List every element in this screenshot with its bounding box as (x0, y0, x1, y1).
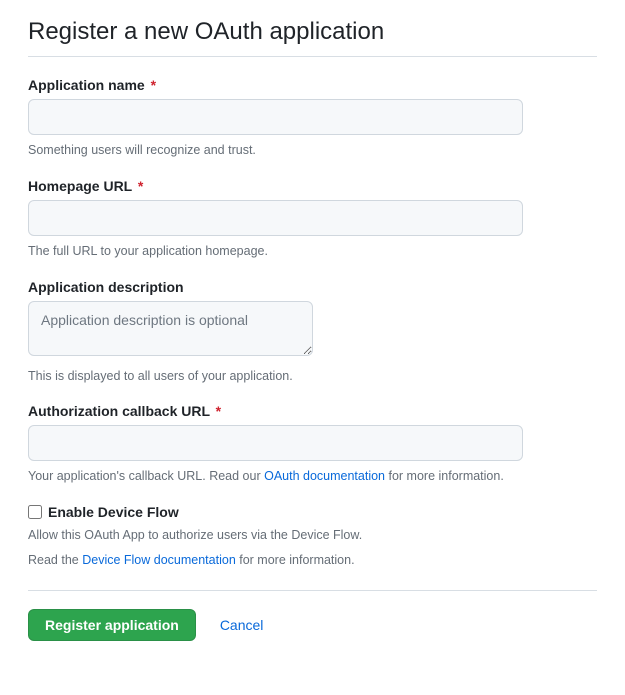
device-flow-checkbox-row: Enable Device Flow (28, 504, 597, 520)
device-flow-documentation-link[interactable]: Device Flow documentation (82, 553, 236, 567)
callback-url-label: Authorization callback URL * (28, 403, 597, 419)
form-actions: Register application Cancel (28, 590, 597, 659)
application-name-group: Application name * Something users will … (28, 77, 597, 160)
device-flow-group: Enable Device Flow Allow this OAuth App … (28, 504, 597, 570)
homepage-url-label: Homepage URL * (28, 178, 597, 194)
device-flow-help-2: Read the Device Flow documentation for m… (28, 551, 597, 570)
application-name-label: Application name * (28, 77, 597, 93)
application-description-help: This is displayed to all users of your a… (28, 367, 597, 386)
help-text-prefix: Read the (28, 553, 82, 567)
enable-device-flow-label: Enable Device Flow (48, 504, 179, 520)
callback-url-help: Your application's callback URL. Read ou… (28, 467, 597, 486)
required-star-icon: * (151, 77, 156, 93)
required-star-icon: * (216, 403, 221, 419)
application-description-input[interactable] (28, 301, 313, 356)
label-text: Application description (28, 279, 184, 295)
callback-url-group: Authorization callback URL * Your applic… (28, 403, 597, 486)
device-flow-help-1: Allow this OAuth App to authorize users … (28, 526, 597, 545)
required-star-icon: * (138, 178, 143, 194)
label-text: Homepage URL (28, 178, 132, 194)
label-text: Application name (28, 77, 145, 93)
oauth-register-form: Application name * Something users will … (28, 77, 597, 659)
application-name-help: Something users will recognize and trust… (28, 141, 597, 160)
application-name-input[interactable] (28, 99, 523, 135)
help-text-prefix: Your application's callback URL. Read ou… (28, 469, 264, 483)
homepage-url-group: Homepage URL * The full URL to your appl… (28, 178, 597, 261)
enable-device-flow-checkbox[interactable] (28, 505, 42, 519)
help-text-suffix: for more information. (236, 553, 355, 567)
application-description-label: Application description (28, 279, 597, 295)
page-title: Register a new OAuth application (28, 0, 597, 57)
homepage-url-input[interactable] (28, 200, 523, 236)
register-application-button[interactable]: Register application (28, 609, 196, 641)
homepage-url-help: The full URL to your application homepag… (28, 242, 597, 261)
application-description-group: Application description This is displaye… (28, 279, 597, 386)
callback-url-input[interactable] (28, 425, 523, 461)
label-text: Authorization callback URL (28, 403, 210, 419)
oauth-documentation-link[interactable]: OAuth documentation (264, 469, 385, 483)
help-text-suffix: for more information. (385, 469, 504, 483)
cancel-link[interactable]: Cancel (220, 617, 264, 633)
